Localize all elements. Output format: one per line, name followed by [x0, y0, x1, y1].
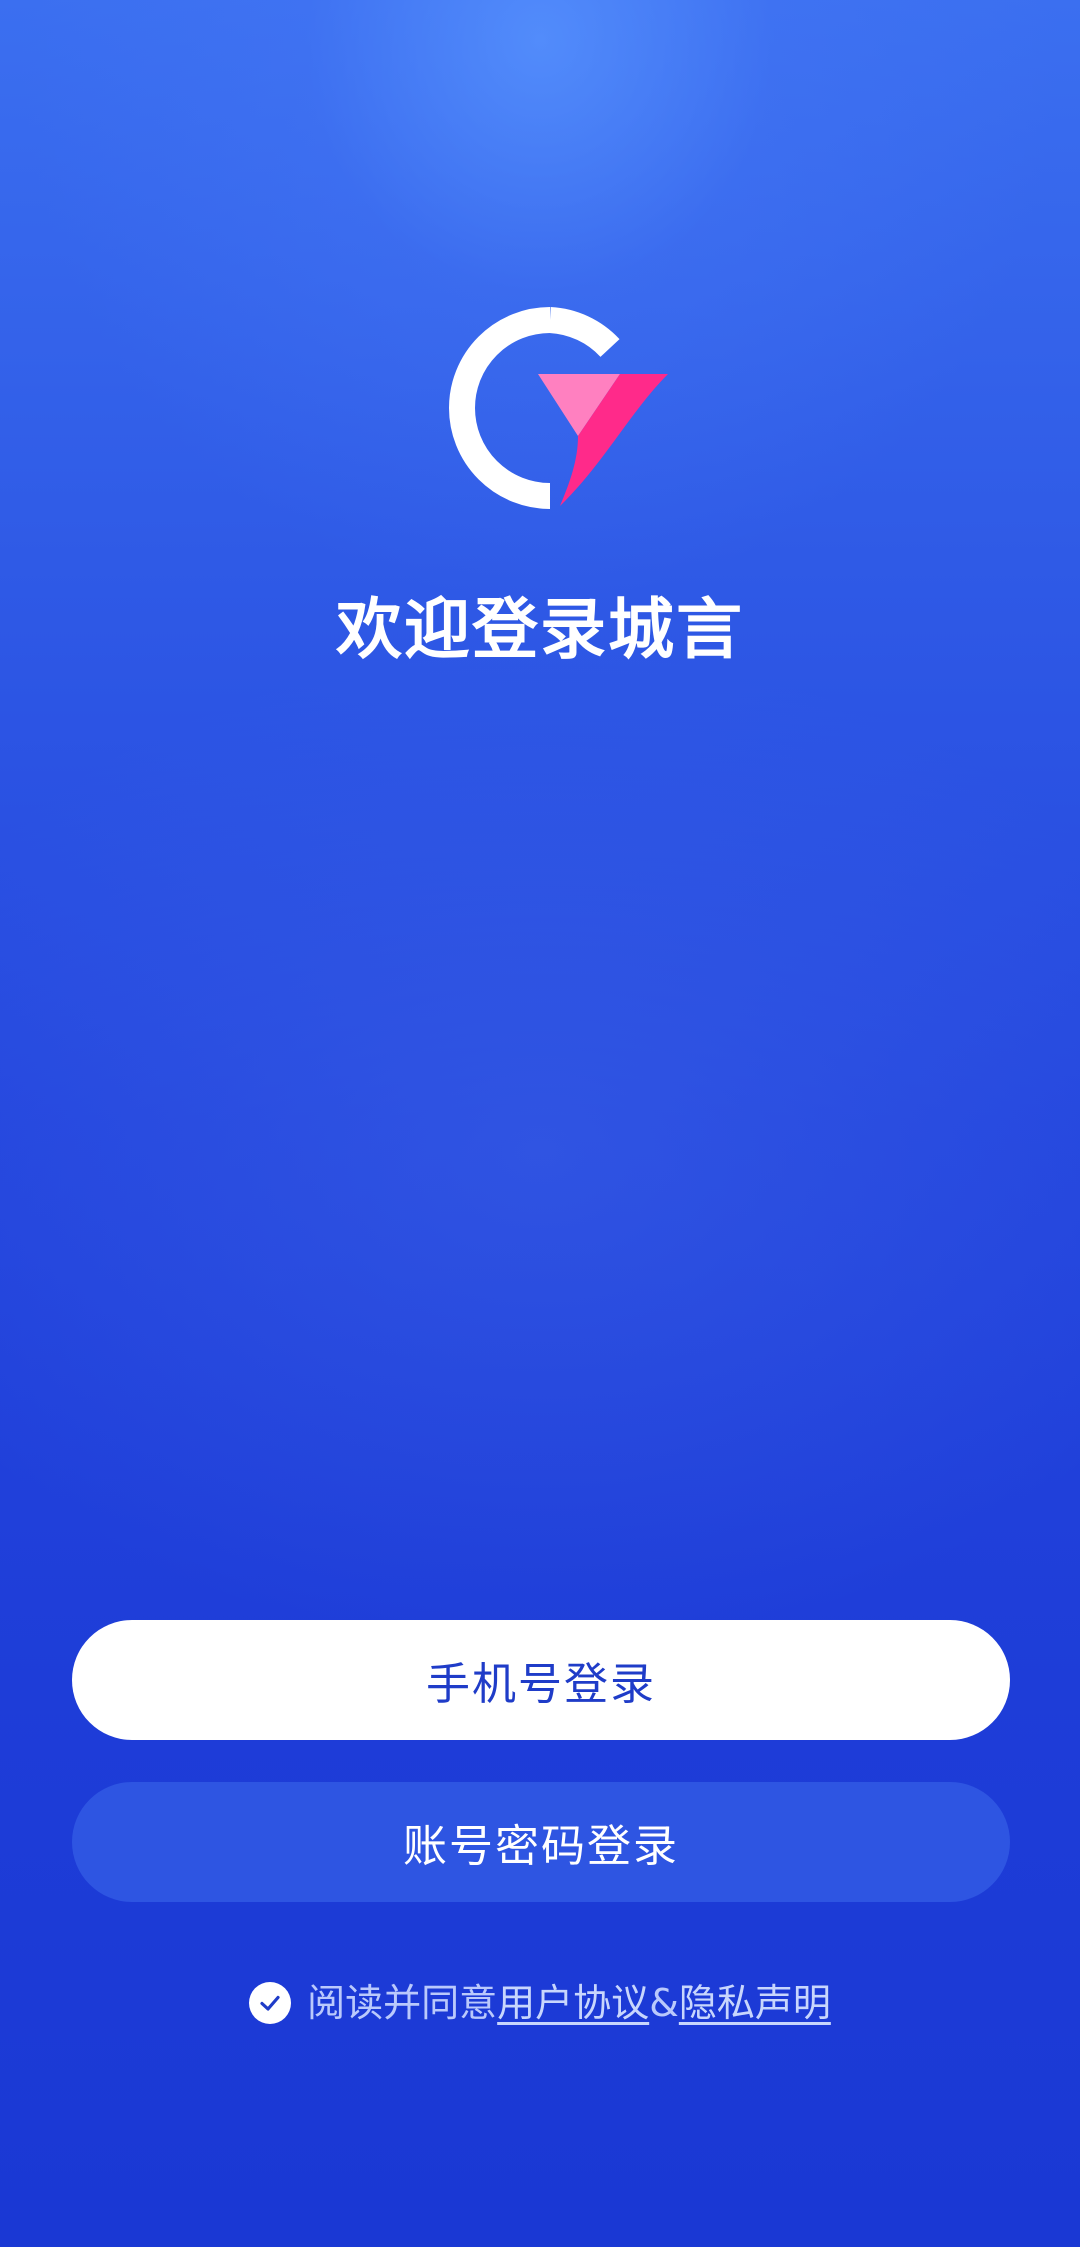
- chengyan-logo-icon: [449, 307, 668, 509]
- privacy-statement-link[interactable]: 隐私声明: [679, 1975, 831, 2031]
- agreement-row: 阅读并同意 用户协议 & 隐私声明: [0, 1975, 1080, 2031]
- agreement-checkbox[interactable]: [249, 1982, 292, 2024]
- user-agreement-link[interactable]: 用户协议: [497, 1975, 649, 2031]
- login-screen: 欢迎登录城言 手机号登录 账号密码登录 阅读并同意 用户协议 & 隐私声明: [0, 0, 1080, 2247]
- app-logo: [420, 302, 670, 512]
- welcome-title: 欢迎登录城言: [336, 591, 744, 668]
- check-icon: [260, 1995, 280, 2011]
- phone-login-button[interactable]: 手机号登录: [72, 1620, 1010, 1740]
- account-login-button[interactable]: 账号密码登录: [72, 1782, 1010, 1902]
- agreement-separator: &: [649, 1981, 679, 2025]
- agreement-prefix: 阅读并同意: [307, 1981, 498, 2025]
